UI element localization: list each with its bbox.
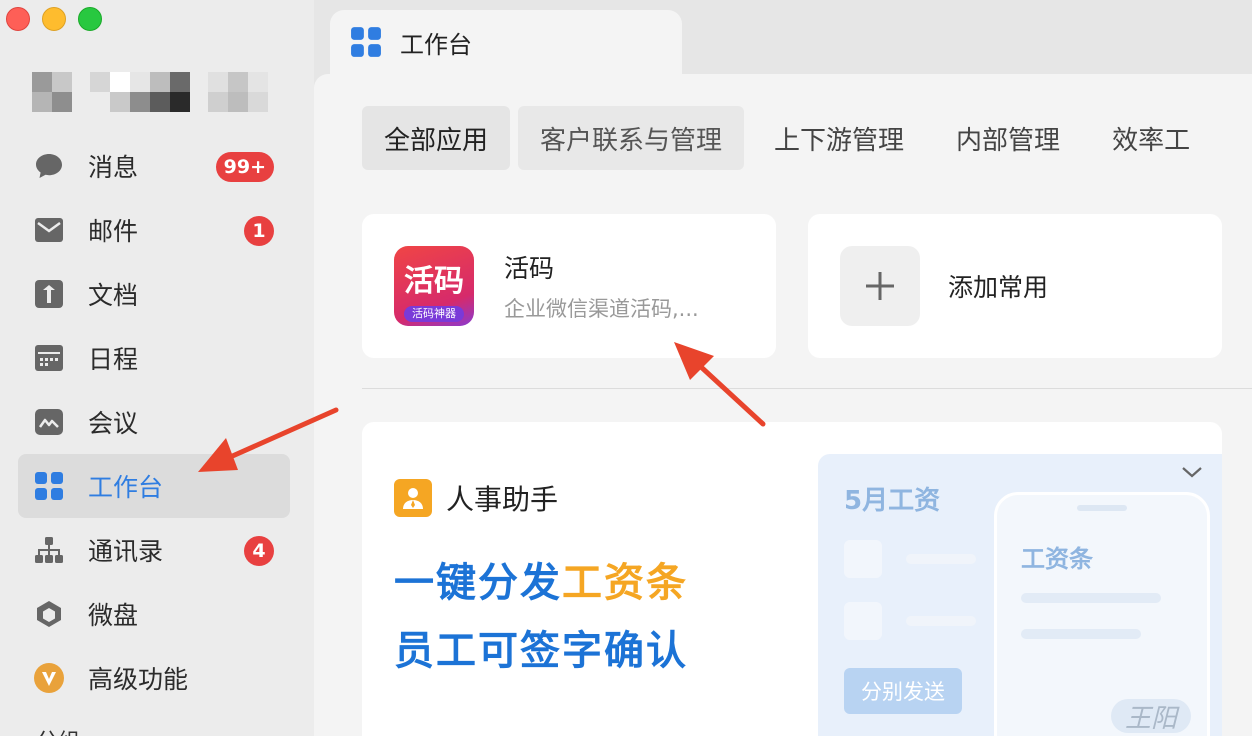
sidebar-item-label: 工作台 — [88, 473, 164, 502]
vip-badge-icon — [32, 661, 66, 695]
sidebar-item-messages[interactable]: 消息 99+ — [18, 134, 290, 198]
payslip-preview: 5月工资 分别发送 工资条 王阳 — [818, 454, 1222, 736]
divider — [362, 388, 1252, 389]
banner-headline-1: 一键分发工资条 — [394, 560, 688, 606]
sidebar-item-mail[interactable]: 邮件 1 — [18, 198, 290, 262]
workbench-grid-icon — [32, 469, 66, 503]
category-customer-management[interactable]: 客户联系与管理 — [518, 106, 745, 170]
tab-title: 工作台 — [400, 30, 472, 59]
unread-badge: 4 — [244, 536, 274, 566]
sidebar-item-label: 通讯录 — [88, 537, 164, 566]
sidebar-item-label: 高级功能 — [88, 665, 189, 694]
placeholder-bar — [906, 616, 976, 626]
add-favorite-card[interactable]: 添加常用 — [808, 214, 1222, 358]
signature: 王阳 — [1111, 699, 1191, 734]
app-card-huoma[interactable]: 活码 活码神器 活码 企业微信渠道活码,... — [362, 214, 776, 358]
hr-assistant-title: 人事助手 — [446, 483, 559, 516]
sidebar-item-documents[interactable]: 文档 — [18, 262, 290, 326]
logo-subtext: 活码神器 — [404, 306, 464, 322]
sidebar-item-workbench[interactable]: 工作台 — [18, 454, 290, 518]
hr-assistant-banner[interactable]: 人事助手 一键分发工资条 员工可签字确认 5月工资 分别发送 工资条 王阳 — [362, 422, 1222, 736]
placeholder-bar — [1021, 629, 1141, 639]
sidebar-item-label: 文档 — [88, 281, 139, 310]
placeholder-avatar — [844, 540, 882, 578]
phone-notch — [1077, 505, 1127, 511]
chat-bubble-icon — [32, 149, 66, 183]
hr-person-icon — [394, 479, 432, 517]
app-name: 活码 — [504, 254, 555, 283]
placeholder-bar — [906, 554, 976, 564]
category-tabs: 全部应用 客户联系与管理 上下游管理 内部管理 效率工 — [362, 106, 1220, 170]
contacts-tree-icon — [32, 533, 66, 567]
document-icon — [32, 277, 66, 311]
sidebar-item-meetings[interactable]: 会议 — [18, 390, 290, 454]
placeholder-bar — [1021, 593, 1161, 603]
add-favorite-label: 添加常用 — [948, 273, 1049, 302]
send-separately-button: 分别发送 — [844, 668, 962, 714]
cloud-drive-icon — [32, 597, 66, 631]
app-description: 企业微信渠道活码,... — [504, 297, 699, 321]
phone-mockup: 工资条 王阳 — [994, 492, 1210, 736]
zoom-window-button[interactable] — [78, 7, 102, 31]
sidebar-item-calendar[interactable]: 日程 — [18, 326, 290, 390]
category-all-apps[interactable]: 全部应用 — [362, 106, 511, 170]
sidebar-nav: 消息 99+ 邮件 1 文档 日程 会议 工作台 通讯录 4 微盘 高级功能 — [18, 134, 290, 710]
meeting-icon — [32, 405, 66, 439]
workbench-grid-icon — [350, 26, 382, 58]
group-label: 分组 — [36, 724, 80, 736]
workbench-content: 全部应用 客户联系与管理 上下游管理 内部管理 效率工 活码 活码神器 活码 企… — [314, 74, 1252, 736]
category-efficiency-tools[interactable]: 效率工 — [1090, 106, 1212, 170]
unread-badge: 99+ — [215, 152, 274, 182]
unread-badge: 1 — [244, 216, 274, 246]
tab-workbench[interactable]: 工作台 — [330, 10, 682, 74]
calendar-icon — [32, 341, 66, 375]
banner-headline-2: 员工可签字确认 — [394, 628, 688, 674]
category-upstream-downstream[interactable]: 上下游管理 — [752, 106, 926, 170]
payroll-month-title: 5月工资 — [844, 486, 941, 516]
minimize-window-button[interactable] — [42, 7, 66, 31]
main-panel: 工作台 全部应用 客户联系与管理 上下游管理 内部管理 效率工 活码 活码神器 … — [314, 0, 1252, 736]
blurred-user-name[interactable] — [32, 72, 268, 112]
close-window-button[interactable] — [6, 7, 30, 31]
chevron-down-icon[interactable] — [1180, 464, 1204, 484]
window-controls — [6, 7, 102, 31]
huoma-app-logo: 活码 活码神器 — [394, 246, 474, 326]
sidebar-item-advanced[interactable]: 高级功能 — [18, 646, 290, 710]
sidebar: 消息 99+ 邮件 1 文档 日程 会议 工作台 通讯录 4 微盘 高级功能 — [0, 0, 314, 736]
phone-payslip-title: 工资条 — [1021, 545, 1093, 573]
sidebar-item-label: 日程 — [88, 345, 139, 374]
sidebar-item-label: 邮件 — [88, 217, 139, 246]
placeholder-avatar — [844, 602, 882, 640]
plus-icon — [840, 246, 920, 326]
sidebar-item-label: 微盘 — [88, 601, 139, 630]
logo-text: 活码 — [404, 264, 464, 299]
sidebar-item-label: 会议 — [88, 409, 139, 438]
sidebar-item-cloud-drive[interactable]: 微盘 — [18, 582, 290, 646]
mail-icon — [32, 213, 66, 247]
category-internal-management[interactable]: 内部管理 — [934, 106, 1082, 170]
sidebar-item-label: 消息 — [88, 153, 139, 182]
sidebar-item-contacts[interactable]: 通讯录 4 — [18, 518, 290, 582]
